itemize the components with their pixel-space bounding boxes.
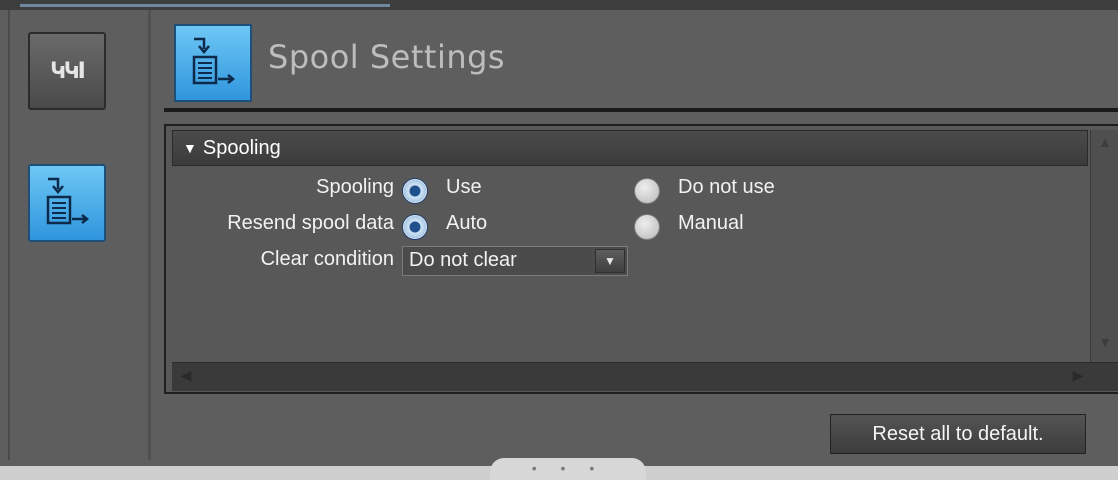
resend-spool-data-label: Resend spool data — [227, 212, 394, 234]
spooling-do-not-use-label: Do not use — [678, 176, 775, 198]
sidebar-item-ladder[interactable]: ԿԿⅠ — [28, 32, 106, 110]
spooling-label: Spooling — [316, 176, 394, 198]
scroll-right-icon[interactable]: ▶ — [1068, 367, 1088, 387]
vertical-scrollbar[interactable]: ▲ ▼ — [1090, 130, 1118, 362]
clear-condition-value: Do not clear — [409, 249, 517, 271]
horizontal-scrollbar[interactable]: ◀ ▶ — [172, 362, 1118, 391]
scroll-left-icon[interactable]: ◀ — [176, 367, 196, 387]
scroll-down-icon[interactable]: ▼ — [1095, 334, 1115, 354]
header-spool-icon-box — [174, 24, 252, 102]
app-window: ԿԿⅠ Spool Settings ▼ Spooling Spooling U… — [0, 0, 1118, 466]
spooling-do-not-use-radio[interactable] — [634, 178, 660, 204]
reset-all-button[interactable]: Reset all to default. — [830, 414, 1086, 454]
spool-settings-icon — [46, 177, 90, 225]
window-top-strip — [0, 0, 1118, 10]
collapse-triangle-icon: ▼ — [183, 140, 197, 156]
top-accent-bar — [20, 4, 390, 7]
page-title: Spool Settings — [268, 38, 506, 76]
spooling-use-label: Use — [446, 176, 482, 198]
clear-condition-select[interactable]: Do not clear ▼ — [402, 246, 628, 276]
title-divider — [164, 108, 1118, 112]
panel-resize-grip[interactable]: • • • — [490, 458, 646, 480]
settings-panel: ▼ Spooling Spooling Use Do not use Resen… — [164, 124, 1118, 394]
section-title: Spooling — [202, 136, 281, 159]
left-border — [8, 10, 10, 460]
section-header-spooling[interactable]: ▼ Spooling — [172, 130, 1088, 166]
spool-settings-icon — [192, 37, 236, 85]
scroll-up-icon[interactable]: ▲ — [1095, 134, 1115, 154]
ladder-logic-icon: ԿԿⅠ — [50, 58, 86, 83]
chevron-down-icon[interactable]: ▼ — [595, 249, 625, 273]
resend-auto-radio[interactable] — [402, 214, 428, 240]
clear-condition-label: Clear condition — [260, 248, 394, 270]
sidebar-separator — [148, 10, 151, 460]
resend-manual-radio[interactable] — [634, 214, 660, 240]
spooling-use-radio[interactable] — [402, 178, 428, 204]
sidebar-item-spool-settings[interactable] — [28, 164, 106, 242]
resend-manual-label: Manual — [678, 212, 744, 234]
resend-auto-label: Auto — [446, 212, 488, 234]
